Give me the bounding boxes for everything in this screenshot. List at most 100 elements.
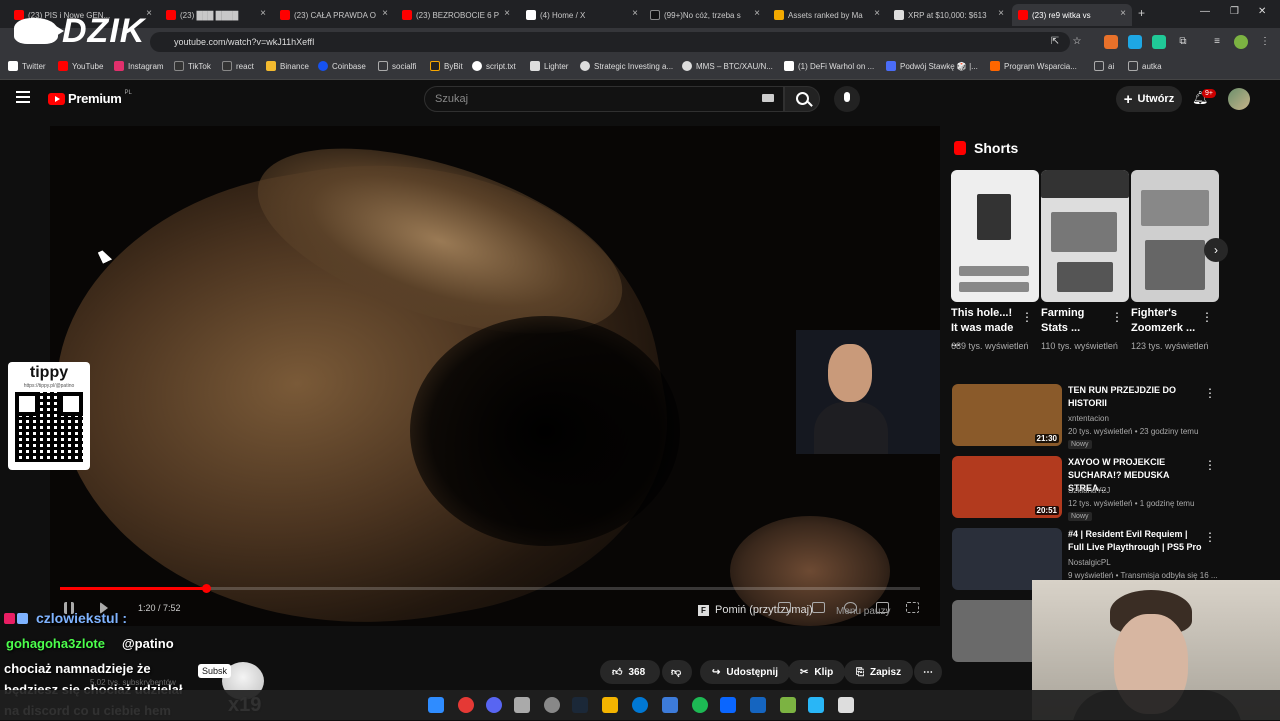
browser-tab-active[interactable]: (23) re9 witka vs × (1012, 4, 1132, 26)
more-dots-icon[interactable]: ⋮ (1111, 310, 1123, 324)
bookmark-program[interactable]: Program Wsparcia... (990, 61, 1077, 71)
bookmark-podwoj[interactable]: Podwój Stawkę 🎲 |... (886, 61, 978, 71)
install-app-icon[interactable]: ⇱ (1048, 35, 1062, 49)
app-icon[interactable] (780, 697, 796, 713)
save-button[interactable]: ⎘ Zapisz (844, 660, 914, 684)
app-icon[interactable] (662, 697, 678, 713)
dislike-button[interactable]: 👎︎ (662, 660, 692, 684)
more-actions-button[interactable]: ⋯ (914, 660, 942, 684)
close-icon[interactable]: × (754, 8, 760, 19)
bookmark-tiktok[interactable]: TikTok (174, 61, 211, 71)
save-label: Zapisz (870, 666, 902, 678)
bookmark-twitter[interactable]: Twitter (8, 61, 46, 71)
fullscreen-icon[interactable] (906, 602, 919, 613)
minimize-icon[interactable]: — (1200, 6, 1210, 17)
bookmark-instagram[interactable]: Instagram (114, 61, 164, 71)
bookmark-binance[interactable]: Binance (266, 61, 309, 71)
bookmark-defi[interactable]: (1) DeFi Warhol on ... (784, 61, 874, 71)
close-icon[interactable]: × (146, 8, 152, 19)
short-card[interactable]: Farming Stats ... 110 tys. wyświetleń ⋮ (1041, 170, 1129, 351)
profile-icon[interactable] (1234, 35, 1248, 49)
close-icon[interactable]: × (260, 8, 266, 19)
close-icon[interactable]: × (504, 8, 510, 19)
bookmark-lighter[interactable]: Lighter (530, 61, 568, 71)
like-button[interactable]: 👍︎ 368 (600, 660, 660, 684)
bookmark-label: ByBit (444, 61, 463, 71)
youtube-premium-logo[interactable]: Premium PL (48, 90, 132, 106)
avatar[interactable] (1228, 88, 1250, 110)
windows-start-icon[interactable] (428, 697, 444, 713)
browser-tab[interactable]: Assets ranked by Ma × (768, 4, 886, 26)
steam-icon[interactable] (572, 697, 588, 713)
bookmark-folder-ai[interactable]: ai (1094, 61, 1114, 71)
notepad-icon[interactable] (838, 697, 854, 713)
bookmark-youtube[interactable]: YouTube (58, 61, 103, 71)
video-meta: 9 wyświetleń • Transmisja odbyła się 16 … (1068, 571, 1218, 580)
bookmark-folder-autka[interactable]: autka (1128, 61, 1162, 71)
reading-list-icon[interactable]: ≡ (1210, 35, 1224, 49)
browser-tab[interactable]: (23) ███ ████ × (160, 4, 272, 26)
more-dots-icon[interactable]: ⋮ (1204, 386, 1216, 400)
app-icon[interactable] (720, 697, 736, 713)
short-card[interactable]: Fighter's Zoomzerk ... 123 tys. wyświetl… (1131, 170, 1219, 351)
chevron-right-icon[interactable]: › (1204, 238, 1228, 262)
video-player[interactable] (50, 126, 940, 626)
bookmark-coinbase[interactable]: Coinbase (318, 61, 366, 71)
browser-tab[interactable]: (4) Home / X × (520, 4, 644, 26)
bookmark-star-icon[interactable]: ☆ (1070, 35, 1084, 49)
keyboard-icon[interactable] (762, 94, 774, 102)
hamburger-menu-icon[interactable] (16, 91, 30, 103)
microphone-icon[interactable] (834, 86, 860, 112)
close-icon[interactable]: × (632, 8, 638, 19)
app-icon[interactable] (514, 697, 530, 713)
more-dots-icon[interactable]: ⋮ (1021, 310, 1033, 324)
more-dots-icon[interactable]: ⋮ (1201, 310, 1213, 324)
captions-icon[interactable] (812, 602, 825, 613)
extension-icon[interactable] (1152, 35, 1166, 49)
recommended-video[interactable]: 20:51 XAYOO W PROJEKCIE SUCHARA!? MEDUSK… (952, 456, 1222, 522)
bookmark-strategic[interactable]: Strategic Investing a... (580, 61, 673, 71)
subtitles-icon[interactable] (778, 602, 791, 613)
bookmark-react[interactable]: react (222, 61, 254, 71)
clip-button[interactable]: ✂ Klip (788, 660, 846, 684)
bookmark-mms[interactable]: MMS – BTC/XAU/N... (682, 61, 773, 71)
recommended-video[interactable]: 21:30 TEN RUN PRZEJDZIE DO HISTORII xnte… (952, 384, 1222, 450)
maximize-icon[interactable]: ❐ (1230, 6, 1239, 17)
share-button[interactable]: ↪ Udostępnij (700, 660, 791, 684)
short-card[interactable]: This hole...! It was made ... 689 tys. w… (951, 170, 1039, 351)
folder-icon[interactable] (602, 697, 618, 713)
url-input[interactable]: youtube.com/watch?v=wkJ11hXeffI (150, 32, 1070, 52)
close-window-icon[interactable]: ✕ (1258, 6, 1266, 17)
close-icon[interactable]: × (874, 8, 880, 19)
puzzle-icon[interactable]: ⧉ (1176, 35, 1190, 49)
more-dots-icon[interactable]: ⋮ (1204, 530, 1216, 544)
extension-icon[interactable] (1128, 35, 1142, 49)
browser-tab[interactable]: (23) BEZROBOCIE 6 P × (396, 4, 516, 26)
menu-dots-icon[interactable]: ⋮ (1258, 35, 1272, 49)
app-icon[interactable] (808, 697, 824, 713)
extension-icon[interactable] (1104, 35, 1118, 49)
search-button[interactable] (784, 86, 820, 112)
edge-icon[interactable] (632, 697, 648, 713)
close-icon[interactable]: × (382, 8, 388, 19)
bookmark-folder-socialfi[interactable]: socialfi (378, 61, 416, 71)
close-icon[interactable]: × (998, 8, 1004, 19)
tab-label: (23) CAŁA PRAWDA O (294, 10, 376, 20)
new-tab-button[interactable]: + (1138, 6, 1145, 20)
spotify-icon[interactable] (692, 697, 708, 713)
more-dots-icon[interactable]: ⋮ (1204, 458, 1216, 472)
bookmark-script[interactable]: script.txt (472, 61, 516, 71)
progress-bar[interactable] (60, 584, 920, 593)
browser-tab[interactable]: (99+)No cóż, trzeba s × (644, 4, 766, 26)
app-icon[interactable] (750, 697, 766, 713)
bookmark-bybit[interactable]: ByBit (430, 61, 463, 71)
browser-tab[interactable]: XRP at $10,000: $613 × (888, 4, 1010, 26)
search-input[interactable]: Szukaj (424, 86, 784, 112)
create-button[interactable]: + Utwórz (1116, 86, 1182, 112)
chrome-icon[interactable] (458, 697, 474, 713)
close-icon[interactable]: × (1120, 8, 1126, 19)
discord-icon[interactable] (486, 697, 502, 713)
skip-button[interactable]: F Pomiń (przytrzymaj) (698, 604, 813, 616)
browser-tab[interactable]: (23) CAŁA PRAWDA O × (274, 4, 394, 26)
obs-icon[interactable] (544, 697, 560, 713)
